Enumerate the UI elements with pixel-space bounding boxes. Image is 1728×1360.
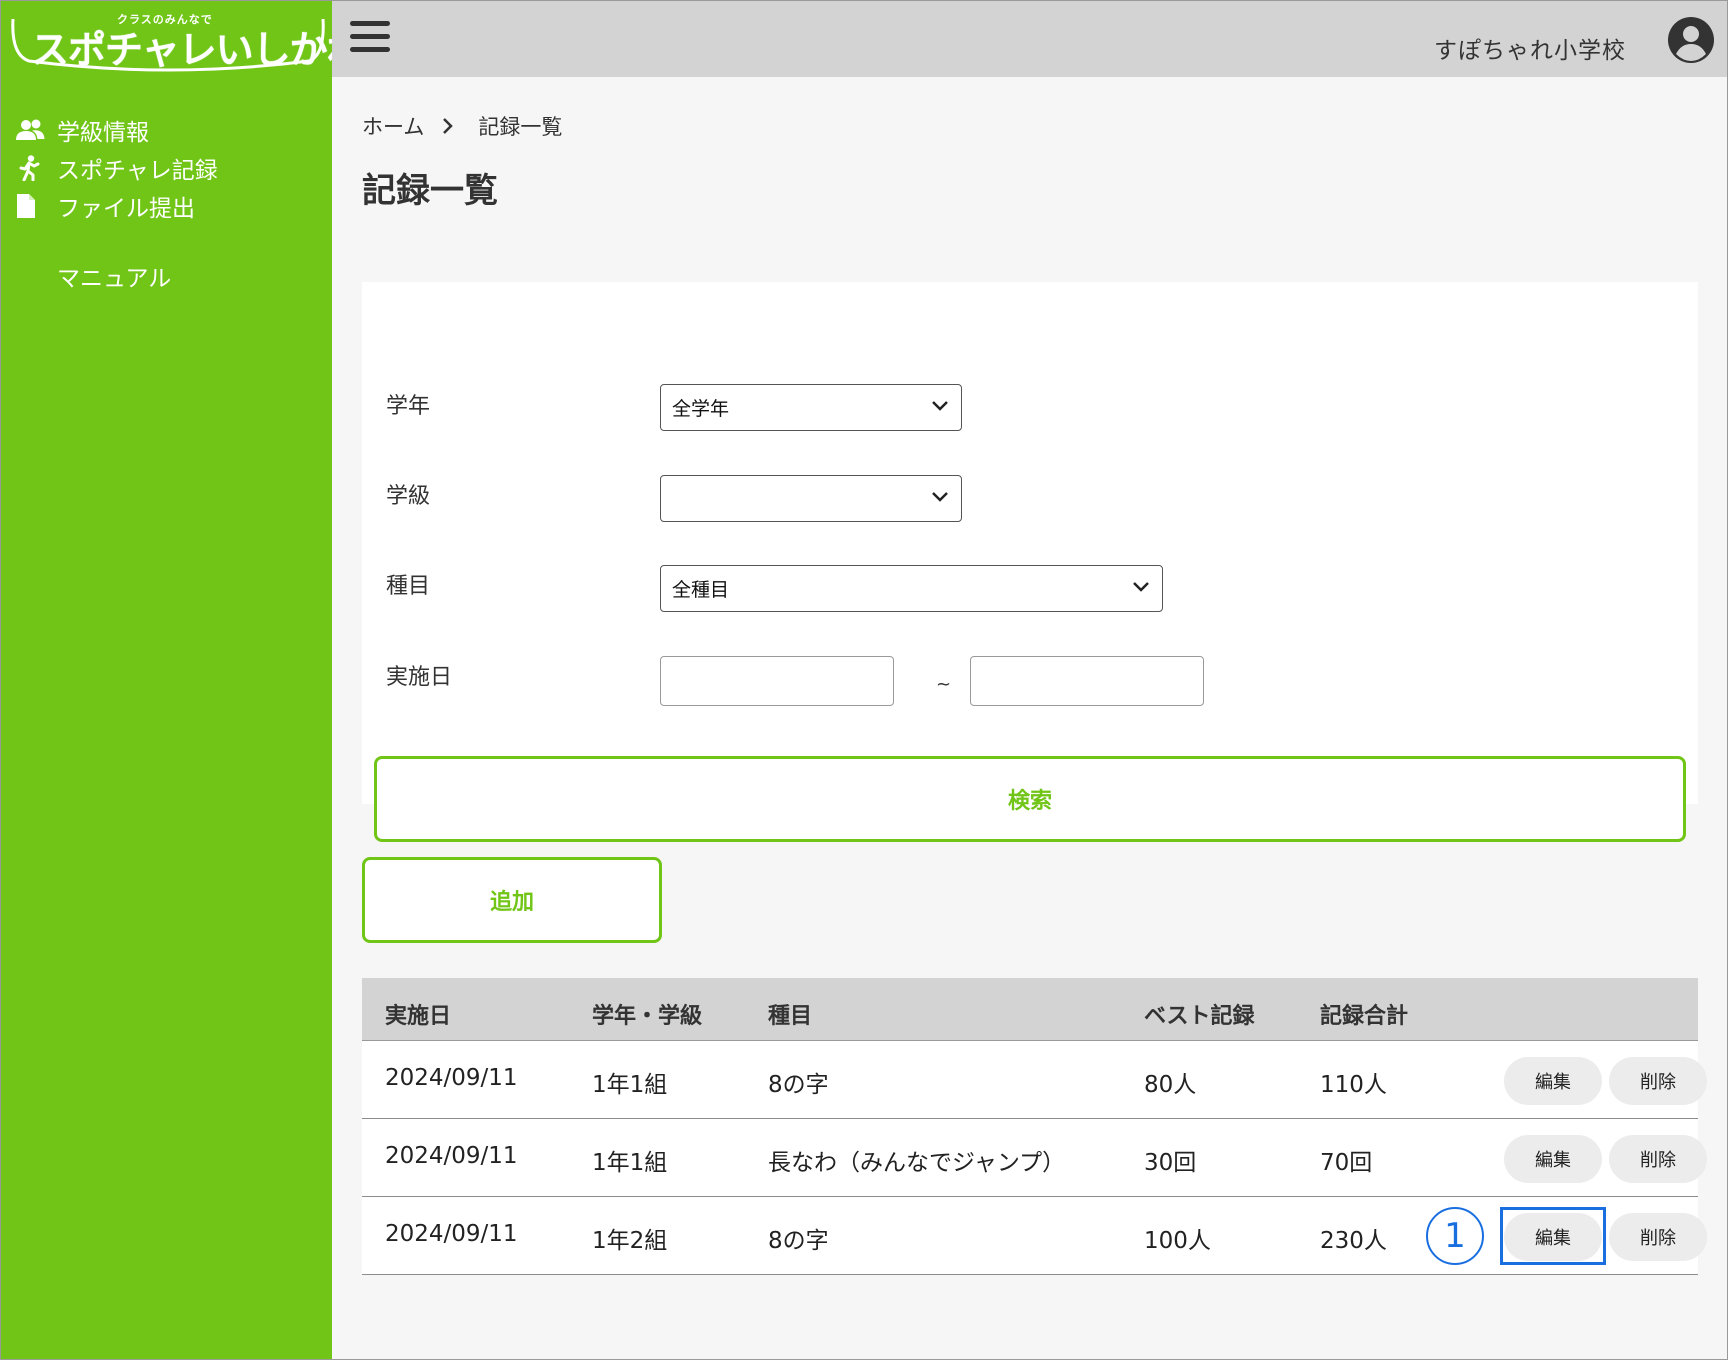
sidebar: クラスのみんなで スポチャレいしかわ 学級情報 スポチャレ記録 ファイル提出 マ… — [1, 1, 365, 1359]
chevron-right-icon — [442, 117, 454, 135]
step-marker-badge: 1 — [1426, 1207, 1484, 1265]
delete-button[interactable]: 削除 — [1609, 1057, 1707, 1105]
hamburger-menu-icon[interactable] — [350, 21, 390, 57]
breadcrumb-current: 記録一覧 — [478, 115, 563, 139]
sidebar-item-label: スポチャレ記録 — [57, 158, 218, 184]
records-table: 実施日 学年・学級 種目 ベスト記録 記録合計 2024/09/11 1年1組 … — [362, 978, 1707, 1275]
cell-date: 2024/09/11 — [385, 1221, 518, 1247]
sidebar-item-file-submit[interactable]: ファイル提出 — [15, 187, 218, 225]
table-row: 2024/09/11 1年1組 長なわ（みんなでジャンプ） 30回 70回 編集… — [362, 1119, 1707, 1197]
event-label: 種目 — [386, 574, 431, 599]
cell-class: 1年1組 — [592, 1072, 668, 1098]
cell-event: 8の字 — [768, 1072, 829, 1098]
date-to-input[interactable] — [970, 656, 1204, 706]
sidebar-item-records[interactable]: スポチャレ記録 — [15, 149, 218, 187]
breadcrumb: ホーム 記録一覧 — [362, 111, 562, 141]
grade-select-value: 全学年 — [672, 398, 730, 420]
cell-date: 2024/09/11 — [385, 1065, 518, 1091]
cell-total: 70回 — [1320, 1150, 1373, 1176]
chevron-down-icon — [932, 401, 948, 411]
cell-best: 100人 — [1144, 1228, 1211, 1254]
top-header: すぽちゃれ小学校 — [332, 1, 1727, 77]
users-icon — [15, 118, 57, 142]
chevron-down-icon — [932, 492, 948, 502]
edit-button[interactable]: 編集 — [1504, 1057, 1602, 1105]
main-content: ホーム 記録一覧 記録一覧 学年 全学年 学級 種目 全種目 実施日 ~ 検索 … — [332, 77, 1727, 1359]
edit-button[interactable]: 編集 — [1504, 1135, 1602, 1183]
cell-event: 長なわ（みんなでジャンプ） — [768, 1150, 1066, 1176]
account-avatar-icon[interactable] — [1667, 16, 1715, 64]
page-title: 記録一覧 — [362, 171, 498, 211]
cell-best: 80人 — [1144, 1072, 1197, 1098]
edit-button[interactable]: 編集 — [1504, 1213, 1602, 1261]
cell-date: 2024/09/11 — [385, 1143, 518, 1169]
date-range-separator: ~ — [936, 674, 952, 695]
search-button[interactable]: 検索 — [374, 756, 1686, 842]
class-select[interactable] — [660, 475, 962, 522]
sidebar-item-manual[interactable]: マニュアル — [57, 259, 171, 293]
school-name: すぽちゃれ小学校 — [1434, 38, 1626, 64]
grade-label: 学年 — [386, 394, 431, 419]
class-label: 学級 — [386, 484, 431, 509]
column-header-total: 記録合計 — [1320, 1004, 1409, 1029]
delete-button[interactable]: 削除 — [1609, 1213, 1707, 1261]
event-select-value: 全種目 — [672, 579, 730, 601]
cell-class: 1年1組 — [592, 1150, 668, 1176]
date-from-input[interactable] — [660, 656, 894, 706]
breadcrumb-home-link[interactable]: ホーム — [362, 111, 424, 141]
app-window: クラスのみんなで スポチャレいしかわ 学級情報 スポチャレ記録 ファイル提出 マ… — [0, 0, 1728, 1360]
column-header-event: 種目 — [768, 1004, 813, 1029]
chevron-down-icon — [1133, 582, 1149, 592]
delete-button[interactable]: 削除 — [1609, 1135, 1707, 1183]
column-header-best: ベスト記録 — [1144, 1004, 1255, 1029]
running-person-icon — [15, 155, 57, 181]
brand-logo[interactable]: クラスのみんなで スポチャレいしかわ — [9, 5, 365, 73]
cell-event: 8の字 — [768, 1228, 829, 1254]
cell-best: 30回 — [1144, 1150, 1197, 1176]
cell-total: 230人 — [1320, 1228, 1387, 1254]
table-row: 2024/09/11 1年1組 8の字 80人 110人 編集 削除 — [362, 1041, 1707, 1119]
table-row: 2024/09/11 1年2組 8の字 100人 230人 1 編集 削除 — [362, 1197, 1707, 1275]
cell-total: 110人 — [1320, 1072, 1387, 1098]
table-header: 実施日 学年・学級 種目 ベスト記録 記録合計 — [362, 978, 1698, 1041]
file-icon — [15, 193, 57, 219]
sidebar-item-label: ファイル提出 — [57, 196, 195, 222]
column-header-class: 学年・学級 — [592, 1004, 703, 1029]
sidebar-nav: 学級情報 スポチャレ記録 ファイル提出 — [15, 111, 218, 225]
column-header-date: 実施日 — [385, 1004, 452, 1029]
sidebar-item-label: 学級情報 — [57, 120, 149, 146]
brand-name: スポチャレいしかわ — [31, 28, 365, 72]
search-panel: 学年 全学年 学級 種目 全種目 実施日 ~ 検索 — [362, 282, 1698, 842]
event-select[interactable]: 全種目 — [660, 565, 1163, 612]
add-button[interactable]: 追加 — [362, 857, 662, 943]
sidebar-item-class-info[interactable]: 学級情報 — [15, 111, 218, 149]
date-label: 実施日 — [386, 665, 453, 690]
cell-class: 1年2組 — [592, 1228, 668, 1254]
grade-select[interactable]: 全学年 — [660, 384, 962, 431]
